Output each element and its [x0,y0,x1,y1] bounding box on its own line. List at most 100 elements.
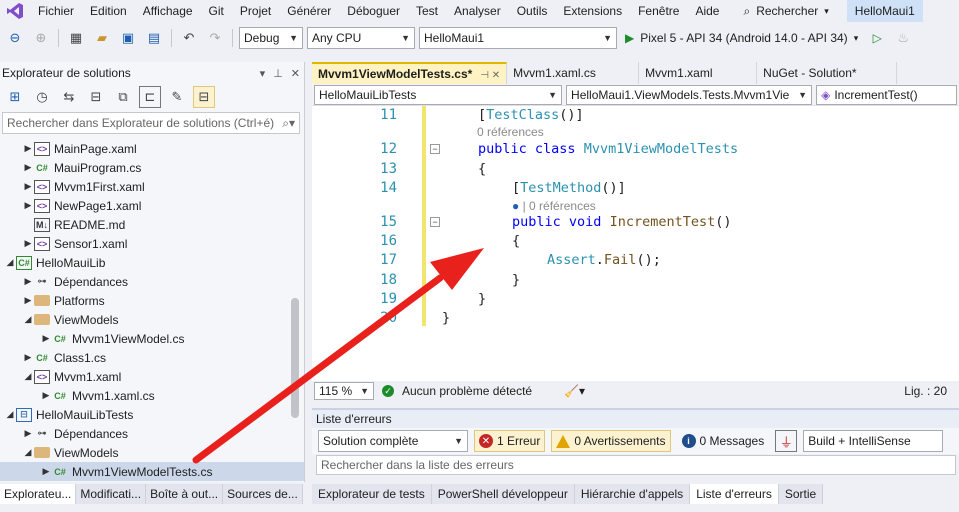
menu-outils[interactable]: Outils [509,0,556,22]
tree-item-selected[interactable]: ▶ C# Mvvm1ViewModelTests.cs [0,462,304,481]
expander-icon[interactable]: ◢ [4,409,16,420]
error-scope-select[interactable]: Solution complète ▼ [318,430,468,452]
code-editor[interactable]: 11 [TestClass()] 0 références 12 − publi… [312,106,959,381]
expander-icon[interactable]: ▶ [22,181,34,192]
filter-icon[interactable]: ⏚ [775,430,798,452]
switch-views-icon[interactable]: ⊞ [4,86,26,108]
tab-mvvm1viewmodeltests[interactable]: Mvvm1ViewModelTests.cs* ⊣ ✕ [312,62,508,84]
menu-aide[interactable]: Aide [687,0,727,22]
pin-icon[interactable]: ⊣ ✕ [480,70,500,81]
save-all-icon[interactable]: ▤ [143,27,165,49]
expander-icon[interactable]: ▶ [22,238,34,249]
error-search-input[interactable]: Rechercher dans la liste des erreurs [316,455,956,475]
expander-icon[interactable]: ◢ [22,447,34,458]
code-cleanup-icon[interactable]: 🧹▾ [564,384,585,398]
warnings-filter-button[interactable]: 0 Avertissements [551,430,671,452]
solution-scrollbar-thumb[interactable] [291,298,299,418]
preview-icon[interactable]: ⊟ [193,86,215,108]
tree-item[interactable]: ◢ ⊟ HelloMauiLibTests [0,405,304,424]
tab-call-hierarchy[interactable]: Hiérarchie d'appels [574,484,691,504]
issues-status[interactable]: Aucun problème détecté [402,384,532,398]
menu-edition[interactable]: Edition [82,0,135,22]
tab-toolbox[interactable]: Boîte à out... [146,484,224,504]
properties-icon[interactable]: ✎ [166,86,188,108]
startup-project-select[interactable]: HelloMaui1 ▼ [419,27,617,49]
start-without-debug-icon[interactable]: ▷ [866,27,888,49]
codelens-references[interactable]: 0 références [477,124,544,140]
sync-icon[interactable]: ⇆ [58,86,80,108]
pending-changes-icon[interactable]: ◷ [31,86,53,108]
member-select[interactable]: ◈ IncrementTest() [816,84,957,105]
expander-icon[interactable]: ▶ [22,200,34,211]
expander-icon[interactable]: ◢ [22,371,34,382]
expander-icon[interactable]: ▶ [22,428,34,439]
menu-fenetre[interactable]: Fenêtre [630,0,687,22]
class-select[interactable]: HelloMaui1.ViewModels.Tests.Mvvm1Vie ▼ [566,84,813,105]
menu-fichier[interactable]: Fichier [30,0,82,22]
close-icon[interactable]: ✕ [291,67,300,80]
back-icon[interactable]: ⊖ [4,27,26,49]
dropdown-icon[interactable]: ▾ [260,67,266,80]
forward-icon[interactable]: ⊕ [30,27,52,49]
expander-icon[interactable]: ▶ [22,295,34,306]
line-indicator[interactable]: Lig. : 20 [904,384,947,398]
tree-item[interactable]: ▶ <> Mvvm1First.xaml [0,177,304,196]
collapse-icon[interactable]: − [430,217,440,227]
zoom-select[interactable]: 115 % ▼ [314,382,374,400]
tree-item[interactable]: ▶ <> NewPage1.xaml [0,196,304,215]
run-button[interactable]: ▶ Pixel 5 - API 34 (Android 14.0 - API 3… [621,31,862,45]
save-icon[interactable]: ▣ [117,27,139,49]
expander-icon[interactable]: ◢ [22,314,34,325]
pin-icon[interactable]: ⊥ [273,67,283,80]
collapse-icon[interactable]: − [430,144,440,154]
filter-icon[interactable]: ⊏ [139,86,161,108]
tab-git-changes[interactable]: Modificati... [76,484,147,504]
tree-item[interactable]: ▶ C# Mvvm1.xaml.cs [0,386,304,405]
configuration-select[interactable]: Debug ▼ [239,27,303,49]
tab-output[interactable]: Sortie [778,484,824,504]
tree-item[interactable]: M↓ README.md [0,215,304,234]
expander-icon[interactable]: ▶ [40,333,52,344]
menu-test[interactable]: Test [408,0,446,22]
new-project-icon[interactable]: ▦ [65,27,87,49]
expander-icon[interactable]: ▶ [40,390,52,401]
build-filter-select[interactable]: Build + IntelliSense [803,430,944,452]
open-folder-icon[interactable]: ▰ [91,27,113,49]
menu-analyser[interactable]: Analyser [446,0,509,22]
tab-mvvm1-xaml[interactable]: Mvvm1.xaml [639,62,758,84]
platform-select[interactable]: Any CPU ▼ [307,27,415,49]
tab-nuget-solution[interactable]: NuGet - Solution* [757,62,898,84]
menu-git[interactable]: Git [201,0,232,22]
tab-developer-powershell[interactable]: PowerShell développeur [431,484,575,504]
tree-item[interactable]: ◢ ViewModels [0,310,304,329]
tree-item[interactable]: ▶ C# Class1.cs [0,348,304,367]
tree-item[interactable]: ▶ C# Mvvm1ViewModel.cs [0,329,304,348]
errors-filter-button[interactable]: ✕ 1 Erreur [474,430,546,452]
tree-item[interactable]: ▶ <> Sensor1.xaml [0,234,304,253]
tab-mvvm1-xaml-cs[interactable]: Mvvm1.xaml.cs [507,62,640,84]
expander-icon[interactable]: ▶ [22,276,34,287]
tree-item[interactable]: ◢ <> Mvvm1.xaml [0,367,304,386]
tab-solution-explorer[interactable]: Explorateu... [0,484,77,504]
tree-item[interactable]: ▶ ⊶ Dépendances [0,424,304,443]
messages-filter-button[interactable]: i 0 Messages [677,430,770,452]
expander-icon[interactable]: ▶ [40,466,52,477]
tree-item[interactable]: ▶ C# MauiProgram.cs [0,158,304,177]
collapse-all-icon[interactable]: ⊟ [85,86,107,108]
tab-data-sources[interactable]: Sources de... [223,484,303,504]
menu-projet[interactable]: Projet [232,0,279,22]
undo-icon[interactable]: ↶ [178,27,200,49]
search-menu-button[interactable]: ⌕ Rechercher ▾ [735,4,836,19]
tree-item[interactable]: ▶ Platforms [0,291,304,310]
menu-generer[interactable]: Générer [279,0,339,22]
hot-reload-icon[interactable]: ♨ [892,27,914,49]
visual-studio-logo-icon[interactable] [0,0,30,22]
tree-item[interactable]: ◢ ViewModels [0,443,304,462]
redo-icon[interactable]: ↷ [204,27,226,49]
solution-search-input[interactable]: Rechercher dans Explorateur de solutions… [2,112,300,134]
show-all-files-icon[interactable]: ⧉ [112,86,134,108]
project-select[interactable]: HelloMauiLibTests ▼ [314,84,563,105]
expander-icon[interactable]: ▶ [22,352,34,363]
expander-icon[interactable]: ▶ [22,143,34,154]
tab-test-explorer[interactable]: Explorateur de tests [312,484,432,504]
